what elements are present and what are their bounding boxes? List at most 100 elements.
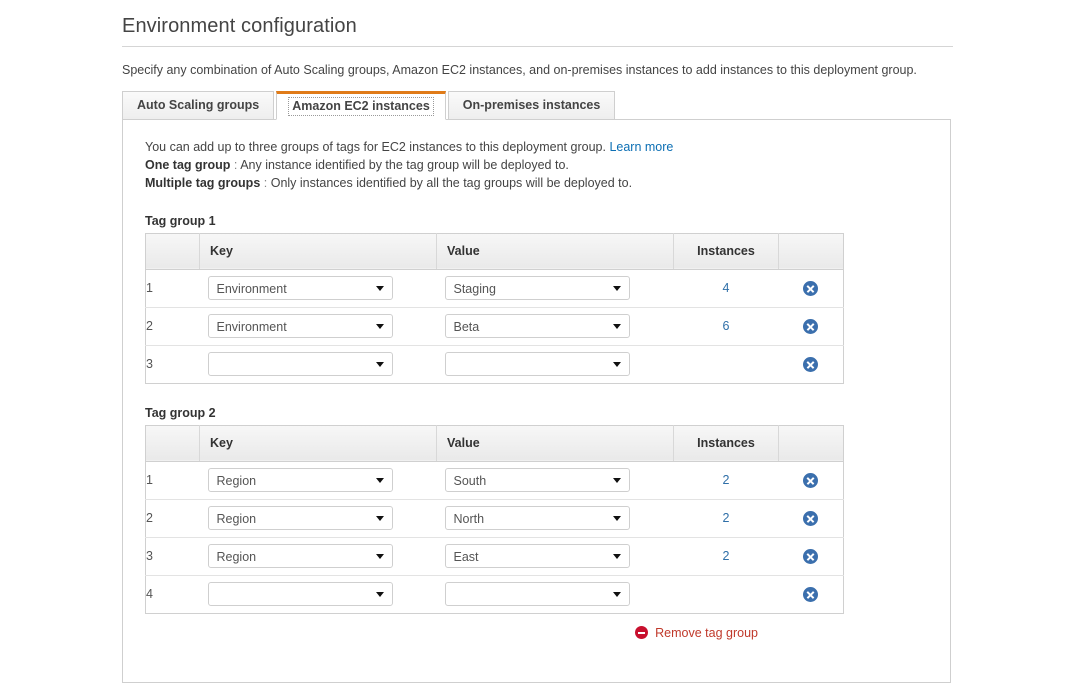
chevron-down-icon — [375, 592, 384, 597]
row-value-cell: Staging — [437, 269, 674, 307]
row-number: 3 — [145, 344, 200, 383]
value-select[interactable] — [444, 582, 630, 606]
key-select-value: Environment — [216, 282, 287, 296]
row-value-cell: East — [436, 536, 674, 575]
instances-count-link[interactable]: 2 — [723, 473, 730, 487]
row-instances-cell: 2 — [674, 461, 779, 499]
value-select[interactable]: South — [444, 468, 630, 492]
row-value-cell — [436, 344, 674, 383]
tag-group-1-title: Tag group 1 — [145, 213, 216, 228]
chevron-down-icon — [375, 324, 384, 329]
key-select[interactable]: Region — [207, 544, 393, 568]
key-select[interactable]: Environment — [207, 276, 393, 300]
table-row: 3 — [145, 344, 844, 383]
value-select[interactable]: East — [444, 544, 630, 568]
delete-row-icon[interactable] — [803, 356, 819, 372]
key-select[interactable]: Region — [207, 506, 393, 530]
help-line-3-text: Only instances identified by all the tag… — [270, 175, 633, 190]
tag-group-1-table-body: 1 Environment Staging 4 2 Environment Be… — [145, 269, 844, 383]
header-value: Value — [436, 425, 674, 462]
delete-row-icon[interactable] — [803, 586, 819, 602]
key-select[interactable] — [207, 352, 393, 376]
key-select-value: Region — [216, 550, 257, 564]
chevron-down-icon — [612, 286, 621, 291]
header-delete — [778, 233, 844, 270]
row-instances-cell: 2 — [673, 498, 779, 537]
help-line-2: One tag group : Any instance identified … — [145, 156, 928, 174]
row-delete-cell — [778, 306, 844, 345]
tab-auto-scaling-groups-label: Auto Scaling groups — [137, 97, 260, 112]
environment-configuration-page: Environment configuration Specify any co… — [122, 0, 1086, 683]
help-line-1-text: You can add up to three groups of tags f… — [145, 139, 606, 154]
tab-amazon-ec2-instances-label: Amazon EC2 instances — [288, 96, 434, 116]
tag-group-2: Tag group 2 Key Value Instances 1 Region… — [145, 406, 928, 651]
row-delete-cell — [779, 461, 844, 499]
tag-group-1: Tag group 1 Key Value Instances 1 Enviro… — [145, 214, 928, 384]
row-delete-cell — [779, 269, 844, 307]
row-key-cell: Environment — [200, 269, 437, 307]
row-delete-cell — [778, 498, 844, 537]
instances-count-link[interactable]: 2 — [723, 511, 730, 525]
table-row: 2 Region North 2 — [145, 498, 844, 537]
key-select[interactable]: Region — [207, 468, 393, 492]
row-number: 2 — [145, 498, 200, 537]
instances-count-link[interactable]: 6 — [723, 319, 730, 333]
row-key-cell: Region — [199, 536, 437, 575]
page-title: Environment configuration — [122, 15, 357, 37]
delete-row-icon[interactable] — [803, 280, 819, 296]
chevron-down-icon — [612, 362, 621, 367]
row-number: 1 — [146, 281, 153, 295]
tab-on-premises-instances-label: On-premises instances — [462, 97, 601, 112]
row-delete-cell — [778, 536, 844, 575]
value-select[interactable] — [444, 352, 630, 376]
value-select[interactable]: Beta — [444, 314, 630, 338]
tab-bar: Auto Scaling groups Amazon EC2 instances… — [122, 90, 1086, 120]
tag-group-2-table-body: 1 Region South 2 2 Region North 2 3 Regi… — [145, 461, 844, 613]
delete-row-icon[interactable] — [803, 548, 819, 564]
row-instances-cell: 4 — [674, 269, 779, 307]
value-select-value: South — [453, 474, 487, 488]
tab-on-premises-instances[interactable]: On-premises instances — [447, 90, 616, 120]
remove-tag-group-button[interactable]: Remove tag group — [635, 626, 758, 640]
tab-amazon-ec2-instances[interactable]: Amazon EC2 instances — [276, 90, 446, 120]
chevron-down-icon — [375, 478, 384, 483]
key-select[interactable]: Environment — [207, 314, 393, 338]
chevron-down-icon — [375, 286, 384, 291]
value-select-value: East — [453, 550, 479, 564]
delete-row-icon[interactable] — [803, 472, 819, 488]
row-instances-cell — [673, 344, 779, 383]
row-value-cell — [436, 574, 674, 613]
instances-count-link[interactable]: 2 — [723, 549, 730, 563]
chevron-down-icon — [612, 478, 621, 483]
header-value: Value — [436, 233, 674, 270]
table-row: 2 Environment Beta 6 — [145, 306, 844, 345]
help-line-2-label: One tag group — [145, 157, 231, 172]
row-delete-cell — [778, 574, 844, 613]
tag-group-2-table-head: Key Value Instances — [145, 425, 844, 462]
row-number: 4 — [145, 574, 200, 613]
value-select-value: North — [453, 512, 485, 526]
value-select[interactable]: Staging — [444, 276, 630, 300]
table-header-row: Key Value Instances — [145, 233, 844, 270]
row-value-cell: South — [437, 461, 674, 499]
learn-more-link[interactable]: Learn more — [609, 140, 673, 154]
row-instances-cell: 6 — [673, 306, 779, 345]
tag-group-2-table: Key Value Instances 1 Region South 2 2 R… — [145, 424, 844, 614]
header-instances: Instances — [673, 233, 779, 270]
chevron-down-icon — [612, 554, 621, 559]
panel-body: You can add up to three groups of tags f… — [123, 120, 950, 661]
table-row: 1 Environment Staging 4 — [146, 269, 844, 307]
page-intro-text: Specify any combination of Auto Scaling … — [122, 63, 917, 77]
delete-row-icon[interactable] — [803, 510, 819, 526]
row-number: 3 — [145, 536, 200, 575]
row-key-cell — [199, 344, 437, 383]
instances-count-link[interactable]: 4 — [723, 281, 730, 295]
help-line-3: Multiple tag groups : Only instances ide… — [145, 174, 928, 192]
tab-auto-scaling-groups[interactable]: Auto Scaling groups — [122, 90, 275, 120]
delete-row-icon[interactable] — [803, 318, 819, 334]
row-key-cell: Region — [200, 461, 437, 499]
value-select[interactable]: North — [444, 506, 630, 530]
header-row-number — [145, 425, 200, 462]
header-instances: Instances — [673, 425, 779, 462]
key-select[interactable] — [207, 582, 393, 606]
